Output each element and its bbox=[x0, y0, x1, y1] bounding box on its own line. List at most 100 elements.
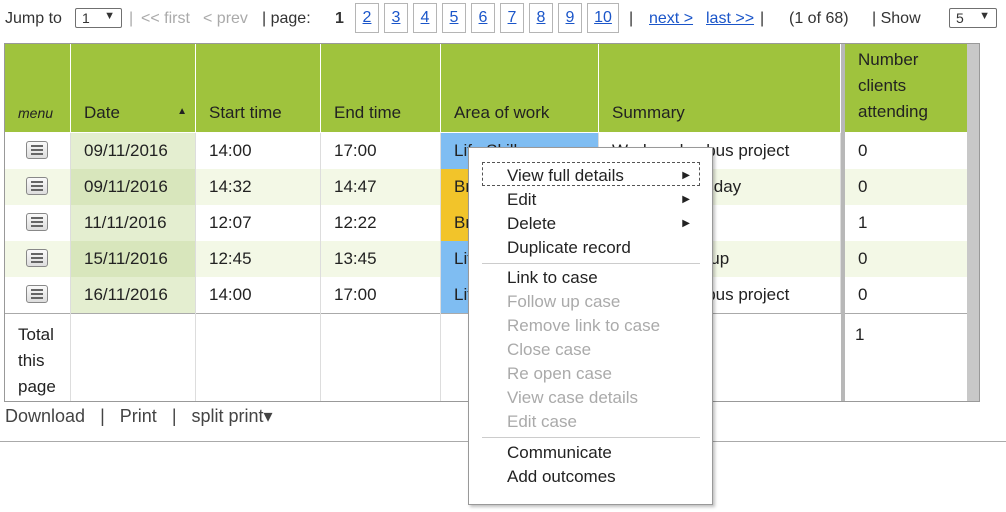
cell-start-time: 14:00 bbox=[196, 133, 321, 169]
next-page-link[interactable]: next > bbox=[649, 10, 693, 28]
cell-clients: 0 bbox=[858, 249, 868, 268]
header-clients-attending[interactable]: Number clients attending bbox=[845, 44, 967, 132]
cell-start-time: 12:45 bbox=[196, 241, 321, 277]
export-links: Download | Print | split print▾ bbox=[5, 406, 283, 427]
menu-item-communicate[interactable]: Communicate bbox=[507, 441, 612, 465]
cell-end-time: 17:00 bbox=[321, 133, 441, 169]
cell-start-time: 14:00 bbox=[196, 277, 321, 313]
jump-to-select[interactable]: 1 ▼ bbox=[75, 8, 122, 28]
pager-separator: | bbox=[629, 10, 634, 27]
prev-page-link[interactable]: < prev bbox=[203, 10, 248, 28]
menu-separator bbox=[482, 437, 700, 438]
jump-to-value: 1 bbox=[82, 10, 90, 26]
cell-start-time: 14:32 bbox=[196, 169, 321, 205]
row-menu-cell bbox=[5, 277, 71, 313]
header-area-of-work[interactable]: Area of work bbox=[441, 44, 599, 132]
print-link[interactable]: Print bbox=[120, 406, 157, 426]
cell-clients: 1 bbox=[858, 213, 868, 232]
chevron-down-icon: ▼ bbox=[104, 10, 115, 22]
menu-separator bbox=[482, 263, 700, 264]
vertical-scrollbar[interactable] bbox=[967, 44, 979, 401]
chevron-down-icon: ▼ bbox=[979, 10, 990, 22]
menu-item-follow-up-case: Follow up case bbox=[507, 292, 621, 311]
pager-separator: | bbox=[760, 10, 765, 27]
menu-item-add-outcomes[interactable]: Add outcomes bbox=[507, 465, 616, 489]
link-separator: | bbox=[171, 406, 177, 426]
pager-bar: Jump to 1 ▼ | << first < prev | page: 1 … bbox=[0, 0, 1006, 40]
menu-item-close-case: Close case bbox=[507, 340, 592, 359]
row-menu-cell bbox=[5, 241, 71, 277]
menu-item-link-to-case[interactable]: Link to case bbox=[507, 266, 598, 290]
link-separator: | bbox=[100, 406, 105, 426]
cell-clients: 0 bbox=[858, 285, 868, 304]
column-divider bbox=[195, 313, 196, 401]
jump-to-label: Jump to bbox=[5, 10, 62, 27]
row-menu-icon[interactable] bbox=[26, 141, 48, 159]
column-divider bbox=[320, 313, 321, 401]
download-link[interactable]: Download bbox=[5, 406, 85, 426]
row-menu-icon[interactable] bbox=[26, 249, 48, 267]
row-menu-cell bbox=[5, 133, 71, 169]
row-menu-icon[interactable] bbox=[26, 285, 48, 303]
row-context-menu: View full details ▶ Edit ▶ Delete ▶ Dupl… bbox=[468, 147, 713, 505]
page-link[interactable]: 9 bbox=[558, 3, 582, 33]
submenu-arrow-icon: ▶ bbox=[682, 170, 690, 181]
show-count-select[interactable]: 5 ▼ bbox=[949, 8, 997, 28]
last-page-link[interactable]: last >> bbox=[706, 10, 754, 28]
menu-item-remove-link-to-case: Remove link to case bbox=[507, 316, 661, 335]
page-label: | page: bbox=[262, 10, 311, 27]
header-date[interactable]: Date ▲ bbox=[71, 44, 196, 132]
menu-item-delete[interactable]: Delete bbox=[507, 212, 556, 236]
cell-clients: 0 bbox=[858, 177, 868, 196]
page-count: (1 of 68) bbox=[789, 10, 849, 27]
cell-clients: 0 bbox=[858, 141, 868, 160]
header-end-time[interactable]: End time bbox=[321, 44, 441, 132]
pager-separator: | bbox=[129, 10, 134, 27]
cell-end-time: 17:00 bbox=[321, 277, 441, 313]
page-link[interactable]: 10 bbox=[587, 3, 619, 33]
column-divider bbox=[440, 313, 441, 401]
page-link[interactable]: 8 bbox=[529, 3, 553, 33]
split-print-link[interactable]: split print▾ bbox=[192, 406, 273, 426]
cell-end-time: 13:45 bbox=[321, 241, 441, 277]
show-label: | Show bbox=[872, 10, 921, 27]
page-link[interactable]: 7 bbox=[500, 3, 524, 33]
cell-date: 15/11/2016 bbox=[71, 241, 196, 277]
column-divider-thick bbox=[841, 44, 845, 401]
cell-start-time: 12:07 bbox=[196, 205, 321, 241]
cell-end-time: 12:22 bbox=[321, 205, 441, 241]
cell-date: 09/11/2016 bbox=[71, 133, 196, 169]
sort-ascending-icon: ▲ bbox=[177, 106, 187, 117]
total-this-page-label: Total this page bbox=[18, 325, 56, 396]
menu-item-view-case-details: View case details bbox=[507, 388, 639, 407]
header-summary[interactable]: Summary bbox=[599, 44, 841, 132]
cell-date: 09/11/2016 bbox=[71, 169, 196, 205]
page-link[interactable]: 2 bbox=[355, 3, 379, 33]
table-header: menu Date ▲ Start time End time Area of … bbox=[5, 44, 967, 132]
submenu-arrow-icon: ▶ bbox=[682, 218, 690, 229]
cell-end-time: 14:47 bbox=[321, 169, 441, 205]
row-menu-cell bbox=[5, 169, 71, 205]
page-link[interactable]: 6 bbox=[471, 3, 495, 33]
cell-date: 11/11/2016 bbox=[71, 205, 196, 241]
menu-item-edit-case: Edit case bbox=[507, 412, 577, 431]
total-clients-value: 1 bbox=[855, 325, 865, 344]
first-page-link[interactable]: << first bbox=[141, 10, 190, 28]
menu-item-re-open-case: Re open case bbox=[507, 364, 612, 383]
page-link[interactable]: 4 bbox=[413, 3, 437, 33]
header-menu: menu bbox=[5, 44, 71, 132]
show-count-value: 5 bbox=[956, 10, 964, 26]
row-menu-icon[interactable] bbox=[26, 213, 48, 231]
current-page: 1 bbox=[335, 10, 344, 27]
page-link[interactable]: 3 bbox=[384, 3, 408, 33]
menu-item-duplicate-record[interactable]: Duplicate record bbox=[507, 236, 631, 260]
row-menu-icon[interactable] bbox=[26, 177, 48, 195]
page-link[interactable]: 5 bbox=[442, 3, 466, 33]
column-divider bbox=[70, 313, 71, 401]
row-menu-cell bbox=[5, 205, 71, 241]
cell-date: 16/11/2016 bbox=[71, 277, 196, 313]
submenu-arrow-icon: ▶ bbox=[682, 194, 690, 205]
menu-item-view-full-details[interactable]: View full details bbox=[507, 164, 624, 188]
menu-item-edit[interactable]: Edit bbox=[507, 188, 536, 212]
header-start-time[interactable]: Start time bbox=[196, 44, 321, 132]
